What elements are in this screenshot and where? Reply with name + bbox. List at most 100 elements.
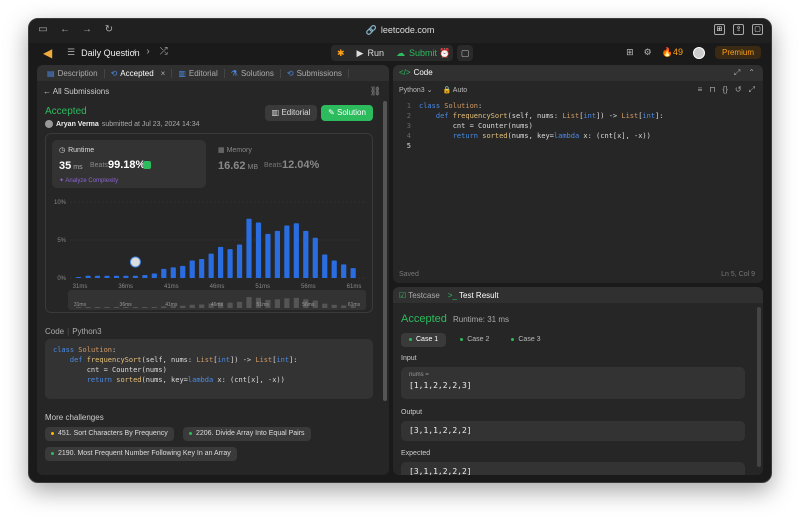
history-icon: ⟲	[110, 68, 118, 78]
layout-icon[interactable]: ⊞	[626, 47, 634, 58]
case-tab-1[interactable]: Case 1	[401, 333, 447, 347]
gear-icon[interactable]: ⚙	[644, 47, 652, 58]
tab-testcase[interactable]: ☑ Testcase	[399, 291, 440, 300]
collapse-icon[interactable]: ⌃	[748, 65, 755, 81]
tab-test-result[interactable]: >_ Test Result	[448, 291, 499, 300]
chart-bar	[322, 254, 328, 278]
auto-mode-toggle[interactable]: 🔒 Auto	[443, 86, 468, 94]
test-scrollbar[interactable]	[757, 307, 761, 467]
bookmark-icon[interactable]: ⊓	[709, 85, 715, 95]
analyze-complexity-link[interactable]: ✦ Analyze Complexity	[59, 177, 118, 184]
sparkle-icon: ✦	[59, 178, 65, 184]
chart-bar	[227, 249, 233, 278]
leetcode-logo-icon[interactable]: ◀	[43, 46, 55, 60]
minimap-tick-label: 41ms	[165, 302, 178, 308]
fullscreen-icon[interactable]: ⤢	[749, 85, 755, 95]
streak-counter[interactable]: 🔥49	[662, 47, 683, 58]
share-icon[interactable]: ⇪	[733, 24, 744, 35]
address-bar[interactable]: 🔗 leetcode.com	[29, 25, 771, 36]
premium-button[interactable]: Premium	[714, 46, 761, 59]
chart-bar	[284, 225, 290, 278]
tab-description[interactable]: ▤ Description	[41, 68, 105, 78]
language-select[interactable]: Python3 ⌄	[399, 86, 433, 94]
app-header: ◀ ☰ Daily Question ‹ › ⤮ ✱ ▶ Run ☁ Submit …	[29, 43, 771, 63]
tab-accepted[interactable]: ⟲ Accepted ×	[105, 68, 173, 78]
problem-list-button[interactable]: ☰ Daily Question	[67, 47, 140, 58]
chart-bar	[255, 222, 262, 278]
output-box: [3,1,1,2,2,2]	[401, 421, 745, 441]
minimap-bar	[180, 305, 186, 308]
close-icon[interactable]: ×	[161, 69, 166, 78]
x-tick-label: 56ms	[301, 284, 316, 290]
submitted-time: submitted at Jul 23, 2024 14:34	[101, 120, 200, 128]
debug-button[interactable]: ✱	[331, 45, 351, 61]
all-submissions-link[interactable]: ← All Submissions	[43, 87, 109, 96]
code-editor-panel: </> Code ⤢ ⌃ Python3 ⌄ 🔒 Auto ≡ ⊓ {} ↺ ⤢ 1…	[393, 65, 763, 283]
solution-button[interactable]: ✎ Solution	[321, 105, 373, 121]
code-tab[interactable]: </> Code ⤢ ⌃	[393, 65, 763, 81]
braces-icon[interactable]: {}	[723, 85, 728, 95]
runtime-card[interactable]: ◷ Runtime 35 ms Beats 99.18% ✦ Analyze Com…	[52, 140, 206, 188]
minimap-tick-label: 36ms	[120, 302, 133, 308]
submit-button[interactable]: ☁ Submit	[390, 45, 443, 61]
challenge-chip[interactable]: 451. Sort Characters By Frequency	[45, 427, 174, 441]
runtime-distribution-chart[interactable]: 10% 5% 0% 31ms 36ms 41ms 46ms 51ms 56ms 61ms 31ms 3…	[46, 194, 374, 312]
minimap-tick-label: 56ms	[302, 302, 315, 308]
play-icon: ▶	[356, 48, 364, 58]
code-editor[interactable]: 1 class Solution: 2 def frequencySort(sel…	[393, 101, 763, 151]
format-icon[interactable]: ≡	[698, 85, 703, 95]
prev-problem-icon[interactable]: ‹	[133, 46, 136, 57]
chart-bar	[303, 230, 309, 278]
next-problem-icon[interactable]: ›	[146, 46, 149, 57]
chart-bar	[180, 265, 186, 278]
minimap-bar	[199, 304, 205, 308]
challenge-chip[interactable]: 2190. Most Frequent Number Following Key…	[45, 447, 237, 461]
reset-icon[interactable]: ↺	[735, 85, 742, 95]
minimap-bar	[331, 304, 337, 308]
extension-icon[interactable]: ⊞	[714, 24, 725, 35]
flask-icon: ⚗	[230, 68, 238, 78]
chart-bar	[208, 253, 214, 278]
avatar[interactable]	[692, 46, 705, 59]
submission-status: Accepted	[45, 106, 87, 117]
case-tab-3[interactable]: Case 3	[503, 333, 548, 347]
expected-label: Expected	[401, 450, 431, 457]
case-tab-2[interactable]: Case 2	[452, 333, 497, 347]
challenge-chip[interactable]: 2206. Divide Array Into Equal Pairs	[183, 427, 311, 441]
expected-box: [3,1,1,2,2,2]	[401, 462, 745, 475]
maximize-icon[interactable]: ⤢	[734, 65, 740, 81]
minimap-bar	[227, 302, 233, 308]
url-text: leetcode.com	[380, 25, 435, 35]
notes-icon[interactable]: ▢	[457, 45, 473, 61]
chart-bar	[312, 237, 318, 278]
submitted-code[interactable]: class Solution: def frequencySort(self, …	[45, 339, 373, 399]
y-tick-label: 0%	[57, 276, 66, 282]
line-number: 5	[406, 142, 411, 150]
memory-beats: 12.04%	[282, 159, 320, 171]
submitter-name[interactable]: Aryan Verma	[56, 121, 99, 128]
timer-icon[interactable]: ⏰	[437, 45, 453, 61]
line-number: 4	[406, 132, 411, 140]
copy-link-icon[interactable]: ⛓	[370, 86, 381, 97]
avatar	[45, 120, 53, 128]
chart-bar	[113, 275, 120, 278]
tab-submissions[interactable]: ⟲ Submissions	[281, 68, 349, 78]
output-value: [3,1,1,2,2,2]	[409, 426, 472, 435]
browser-toolbar: ▭ ← → ↻ 🔗 leetcode.com ⊞ ⇪ ▢	[29, 19, 771, 43]
memory-card[interactable]: ▦ Memory	[218, 146, 252, 154]
minimap-tick-label: 61ms	[348, 302, 361, 308]
tabs-icon[interactable]: ▢	[752, 24, 763, 35]
chart-bar	[94, 275, 101, 278]
chart-bar	[142, 274, 148, 278]
link-icon: 🔗	[365, 25, 377, 35]
chart-bar	[331, 260, 337, 278]
bug-icon: ✱	[337, 48, 345, 58]
minimap-bar	[151, 307, 157, 308]
shuffle-icon[interactable]: ⤮	[160, 46, 168, 57]
run-button[interactable]: ▶ Run	[351, 45, 390, 61]
left-scrollbar[interactable]	[383, 101, 387, 401]
editorial-button[interactable]: ▥ Editorial	[265, 105, 317, 121]
tab-solutions[interactable]: ⚗ Solutions	[225, 68, 281, 78]
tab-editorial[interactable]: ▥ Editorial	[172, 68, 225, 78]
edit-icon: ✎	[328, 108, 335, 117]
